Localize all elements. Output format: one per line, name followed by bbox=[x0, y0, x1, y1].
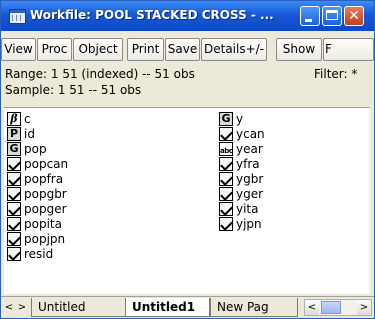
object-list[interactable]: cidpoppopcanpopfrapopgbrpopgerpopitapopj… bbox=[4, 107, 370, 294]
series-icon bbox=[7, 202, 21, 216]
object-name: id bbox=[24, 127, 35, 141]
object-name: yjpn bbox=[236, 217, 262, 231]
close-icon: ✕ bbox=[348, 8, 360, 24]
tab-untitled1[interactable]: Untitled1 bbox=[125, 298, 210, 317]
object-name: popfra bbox=[24, 172, 64, 186]
tab-new-page[interactable]: New Pag bbox=[210, 298, 298, 317]
series-icon bbox=[219, 202, 233, 216]
fetch-button[interactable]: F bbox=[323, 38, 374, 61]
details-button[interactable]: Details+/- bbox=[201, 38, 267, 61]
object-name: popita bbox=[24, 217, 62, 231]
series-icon bbox=[7, 247, 21, 261]
sheet-tab-bar: < > Untitled Untitled1 New Pag < > bbox=[1, 296, 374, 318]
object-name: popcan bbox=[24, 157, 69, 171]
series-icon bbox=[7, 172, 21, 186]
object-name: y bbox=[236, 112, 244, 126]
proc-button[interactable]: Proc bbox=[37, 38, 72, 61]
close-button[interactable]: ✕ bbox=[344, 6, 364, 26]
toolbar: View Proc Object Print Save Details+/- S… bbox=[1, 35, 374, 65]
object-name: popjpn bbox=[24, 232, 66, 246]
coef-icon bbox=[7, 112, 21, 126]
object-name: pop bbox=[24, 142, 47, 156]
scroll-thumb[interactable] bbox=[321, 301, 341, 314]
series-icon bbox=[219, 157, 233, 171]
save-button[interactable]: Save bbox=[165, 38, 200, 61]
tab-prev-button[interactable]: < bbox=[2, 300, 16, 316]
workfile-icon bbox=[9, 9, 26, 24]
maximize-button[interactable] bbox=[322, 6, 342, 26]
tab-next-button[interactable]: > bbox=[15, 300, 29, 316]
range-text[interactable]: Range: 1 51 (indexed) -- 51 obs bbox=[5, 67, 195, 81]
series-icon bbox=[219, 172, 233, 186]
scroll-left-button[interactable]: < bbox=[305, 300, 319, 315]
print-button[interactable]: Print bbox=[127, 38, 164, 61]
title-bar[interactable]: Workfile: POOL STACKED CROSS - ... ✕ bbox=[1, 1, 374, 31]
object-name: year bbox=[236, 142, 263, 156]
object-name: popger bbox=[24, 202, 67, 216]
group-icon bbox=[219, 112, 233, 126]
object-name: c bbox=[24, 112, 31, 126]
pool-icon bbox=[7, 127, 21, 141]
sample-text[interactable]: Sample: 1 51 -- 51 obs bbox=[5, 83, 141, 97]
series-icon bbox=[7, 217, 21, 231]
object-name: yfra bbox=[236, 157, 260, 171]
group-icon bbox=[7, 142, 21, 156]
series-icon bbox=[7, 157, 21, 171]
horizontal-scrollbar[interactable]: < > bbox=[304, 299, 372, 316]
series-icon bbox=[219, 187, 233, 201]
object-name: resid bbox=[24, 247, 54, 261]
object-name: yger bbox=[236, 187, 264, 201]
tab-untitled[interactable]: Untitled bbox=[31, 298, 128, 317]
show-button[interactable]: Show bbox=[276, 38, 322, 61]
filter-text[interactable]: Filter: * bbox=[314, 67, 357, 81]
workfile-window: Workfile: POOL STACKED CROSS - ... ✕ Vie… bbox=[0, 0, 375, 319]
object-button[interactable]: Object bbox=[73, 38, 123, 61]
series-icon bbox=[219, 217, 233, 231]
object-name: ygbr bbox=[236, 172, 264, 186]
view-button[interactable]: View bbox=[1, 38, 36, 61]
scroll-right-button[interactable]: > bbox=[357, 300, 371, 315]
series-icon bbox=[219, 127, 233, 141]
object-name: popgbr bbox=[24, 187, 67, 201]
series-icon bbox=[7, 187, 21, 201]
object-name: yita bbox=[236, 202, 259, 216]
object-name: ycan bbox=[236, 127, 265, 141]
minimize-button[interactable] bbox=[300, 6, 320, 26]
series-icon bbox=[7, 232, 21, 246]
alpha-icon bbox=[219, 142, 233, 158]
window-title: Workfile: POOL STACKED CROSS - ... bbox=[30, 8, 274, 22]
